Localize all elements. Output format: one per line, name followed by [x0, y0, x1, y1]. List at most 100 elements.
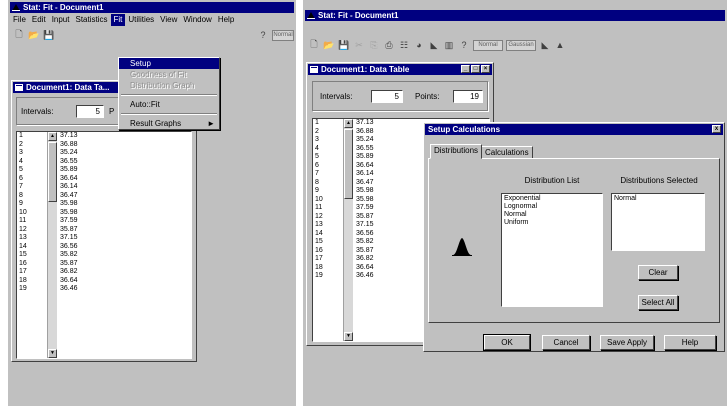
ok-button[interactable]: OK [483, 334, 531, 351]
row-number[interactable]: 7 [313, 170, 343, 179]
menu-help[interactable]: Help [215, 14, 237, 26]
row-number[interactable]: 10 [313, 196, 343, 205]
table-cell[interactable]: 36.64 [58, 175, 191, 184]
new-file-icon[interactable]: 🗋 [308, 39, 320, 51]
table-cell[interactable]: 35.89 [58, 166, 191, 175]
selected-distribution-list[interactable]: Normal [611, 193, 705, 251]
table-cell[interactable]: 35.98 [58, 200, 191, 209]
save-apply-button[interactable]: Save Apply [600, 335, 654, 350]
table-cell[interactable]: 36.82 [58, 268, 191, 277]
row-number[interactable]: 19 [17, 285, 47, 294]
row-number[interactable]: 2 [17, 141, 47, 150]
row-number[interactable]: 4 [17, 158, 47, 167]
row-number[interactable]: 17 [17, 268, 47, 277]
row-number[interactable]: 13 [17, 234, 47, 243]
menu-edit[interactable]: Edit [29, 14, 49, 26]
menu-item-auto-fit[interactable]: Auto::Fit [119, 99, 219, 110]
scroll-up-icon[interactable]: ▲ [344, 119, 353, 128]
help-icon[interactable]: ? [257, 29, 269, 41]
copy-icon[interactable]: ⎘ [368, 39, 380, 51]
row-number[interactable]: 14 [313, 230, 343, 239]
row-number[interactable]: 15 [313, 238, 343, 247]
row-number[interactable]: 16 [313, 247, 343, 256]
print-icon[interactable]: ⎙ [383, 39, 395, 51]
row-number[interactable]: 11 [17, 217, 47, 226]
close-icon[interactable]: x [712, 125, 721, 133]
row-number[interactable]: 12 [313, 213, 343, 222]
row-number[interactable]: 2 [313, 128, 343, 137]
row-number[interactable]: 1 [17, 132, 47, 141]
menu-file[interactable]: File [10, 14, 29, 26]
minimize-icon[interactable]: _ [461, 65, 470, 73]
clear-button[interactable]: Clear [638, 265, 678, 280]
row-number[interactable]: 1 [313, 119, 343, 128]
scroll-thumb[interactable] [344, 129, 353, 199]
table-cell[interactable]: 36.14 [58, 183, 191, 192]
menu-window[interactable]: Window [180, 14, 214, 26]
list-item[interactable]: Normal [504, 211, 600, 219]
vertical-scrollbar[interactable]: ▲ ▼ [47, 132, 57, 358]
scroll-thumb[interactable] [48, 142, 57, 202]
row-number[interactable]: 17 [313, 255, 343, 264]
normal-curve-icon[interactable]: ▲ [554, 39, 566, 51]
table-cell[interactable]: 35.24 [58, 149, 191, 158]
table-cell[interactable]: 35.87 [58, 260, 191, 269]
points-field[interactable]: 19 [453, 90, 483, 103]
menu-utilities[interactable]: Utilities [125, 14, 157, 26]
new-file-icon[interactable]: 🗋 [13, 29, 25, 41]
row-number[interactable]: 6 [17, 175, 47, 184]
row-number[interactable]: 14 [17, 243, 47, 252]
chart-icon[interactable]: ◣ [428, 39, 440, 51]
table-cell[interactable]: 36.56 [58, 243, 191, 252]
table-cell[interactable]: 36.64 [58, 277, 191, 286]
save-icon[interactable]: 💾 [43, 29, 55, 41]
table-cell[interactable]: 36.88 [58, 141, 191, 150]
row-number[interactable]: 9 [313, 187, 343, 196]
menu-input[interactable]: Input [49, 14, 73, 26]
row-number[interactable]: 18 [313, 264, 343, 273]
row-number[interactable]: 13 [313, 221, 343, 230]
scroll-down-icon[interactable]: ▼ [344, 332, 353, 341]
open-folder-icon[interactable]: 📂 [323, 39, 335, 51]
row-number[interactable]: 7 [17, 183, 47, 192]
histogram-icon[interactable]: ▥ [443, 39, 455, 51]
distribution-select[interactable]: Normal [473, 39, 503, 51]
intervals-field[interactable]: 5 [76, 105, 104, 118]
row-number[interactable]: 3 [313, 136, 343, 145]
menu-view[interactable]: View [157, 14, 180, 26]
scroll-up-icon[interactable]: ▲ [48, 132, 57, 141]
scroll-down-icon[interactable]: ▼ [48, 349, 57, 358]
table-icon[interactable]: ☷ [398, 39, 410, 51]
vertical-scrollbar[interactable]: ▲ ▼ [343, 119, 353, 341]
row-number[interactable]: 5 [313, 153, 343, 162]
row-number[interactable]: 12 [17, 226, 47, 235]
table-cell[interactable]: 36.47 [58, 192, 191, 201]
open-folder-icon[interactable]: 📂 [28, 29, 40, 41]
row-number[interactable]: 16 [17, 260, 47, 269]
menu-item-setup[interactable]: Setup [119, 58, 219, 69]
table-cell[interactable]: 36.46 [58, 285, 191, 294]
table-cell[interactable]: 35.98 [58, 209, 191, 218]
menu-fit[interactable]: Fit [110, 14, 126, 26]
distribution-select[interactable]: Normal [272, 29, 294, 41]
row-number[interactable]: 8 [17, 192, 47, 201]
table-cell[interactable]: 37.59 [58, 217, 191, 226]
method-select[interactable]: Gaussian [506, 39, 536, 51]
help-button[interactable]: Help [664, 335, 716, 350]
table-cell[interactable]: 35.87 [58, 226, 191, 235]
row-number[interactable]: 5 [17, 166, 47, 175]
row-number[interactable]: 15 [17, 251, 47, 260]
intervals-field[interactable]: 5 [371, 90, 403, 103]
tab-distributions[interactable]: Distributions [430, 144, 483, 159]
menu-item-result-graphs[interactable]: Result Graphs ► [119, 118, 219, 129]
list-item[interactable]: Uniform [504, 219, 600, 227]
row-number[interactable]: 8 [313, 179, 343, 188]
close-icon[interactable]: × [481, 65, 490, 73]
help-icon[interactable]: ? [458, 39, 470, 51]
row-number[interactable]: 19 [313, 272, 343, 281]
distribution-shape-icon[interactable]: ◣ [539, 39, 551, 51]
row-number[interactable]: 4 [313, 145, 343, 154]
maximize-icon[interactable]: □ [471, 65, 480, 73]
select-all-button[interactable]: Select All [638, 295, 678, 310]
table-cell[interactable]: 35.82 [58, 251, 191, 260]
